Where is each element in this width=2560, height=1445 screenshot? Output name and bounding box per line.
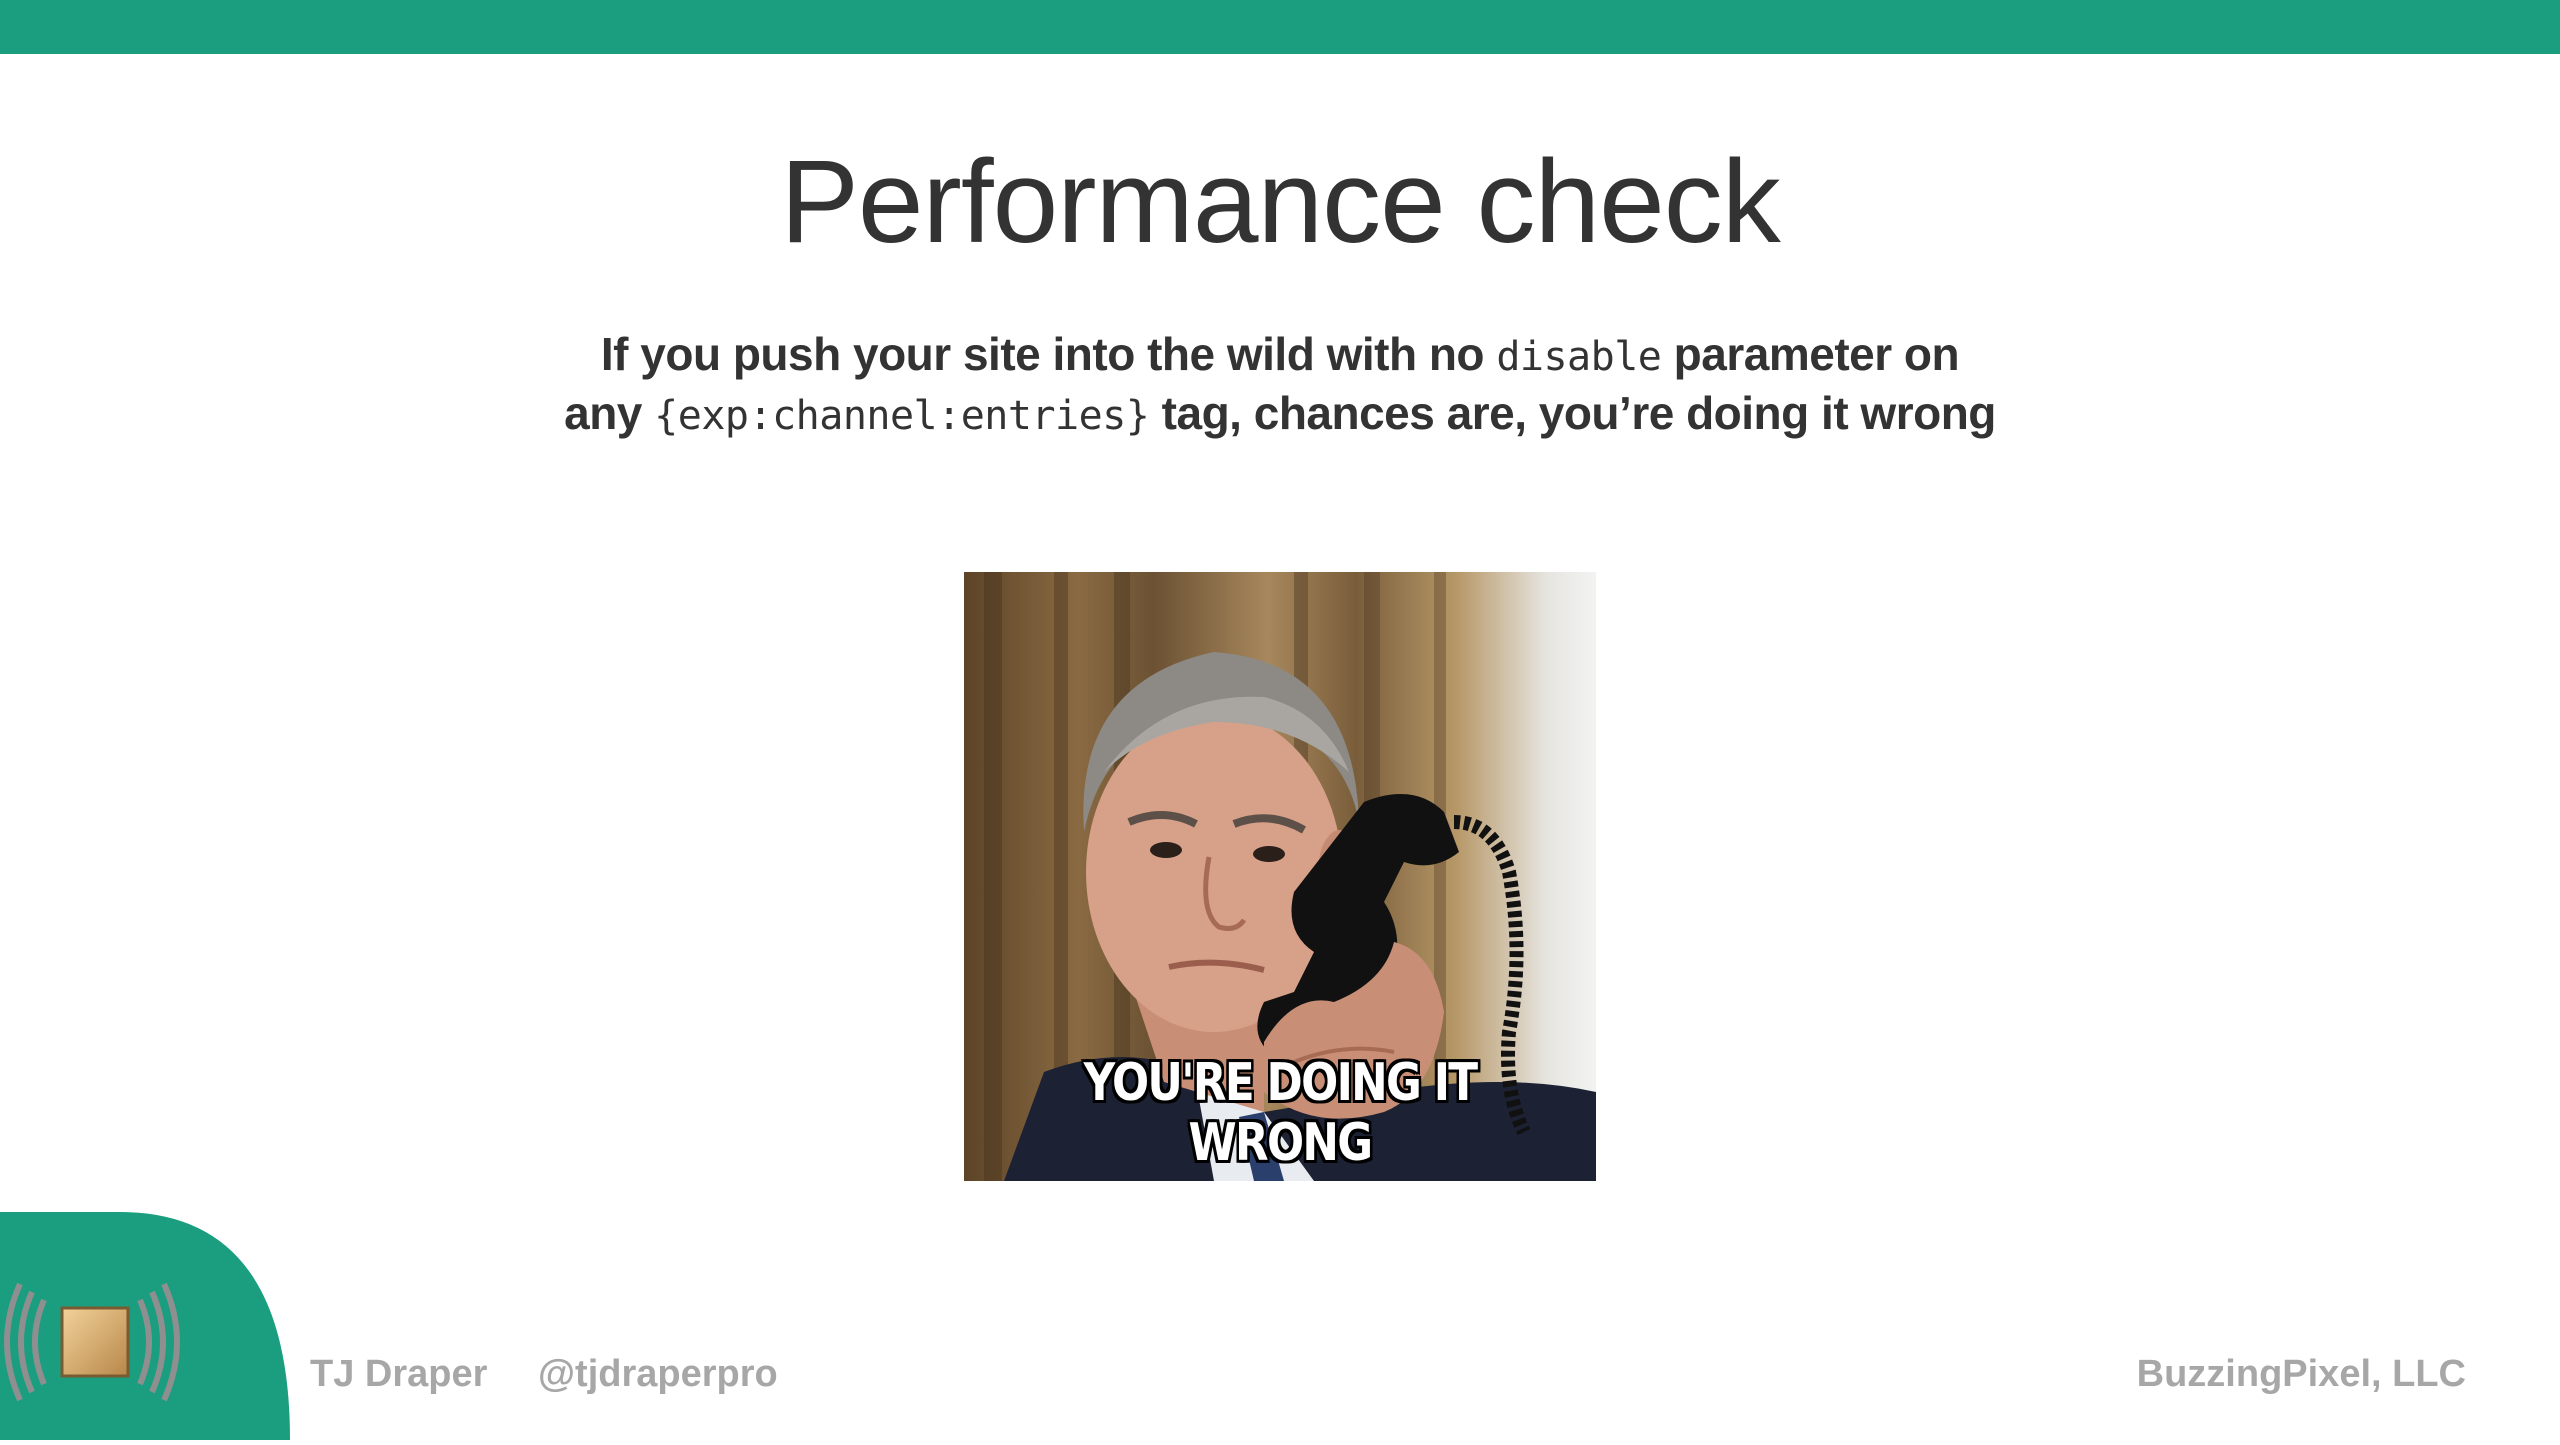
corner-badge [0,1212,290,1440]
subtitle-line-2: any {exp:channel:entries} tag, chances a… [480,385,2080,444]
meme-caption: YOU'RE DOING IT WRONG [1083,1053,1479,1173]
twitter-handle: @tjdraperpro [538,1353,778,1395]
subtitle-text: parameter on [1661,328,1960,380]
subtitle-text: any [564,387,655,439]
subtitle-text: tag, chances are, you’re doing it wrong [1149,387,1997,439]
subtitle-line-1: If you push your site into the wild with… [480,326,2080,385]
buzzing-pixel-logo-icon [0,1212,290,1440]
top-accent-bar [0,0,2560,54]
inline-code: {exp:channel:entries} [654,393,1150,439]
slide-title: Performance check [780,136,1781,268]
slide-subtitle: If you push your site into the wild with… [480,326,2080,444]
subtitle-text: If you push your site into the wild with… [600,328,1497,380]
presenter-name: TJ Draper [310,1353,488,1395]
meme-image: YOU'RE DOING IT WRONG [964,572,1596,1181]
company-name: BuzzingPixel, LLC [2136,1353,2466,1395]
inline-code: disable [1496,334,1662,380]
